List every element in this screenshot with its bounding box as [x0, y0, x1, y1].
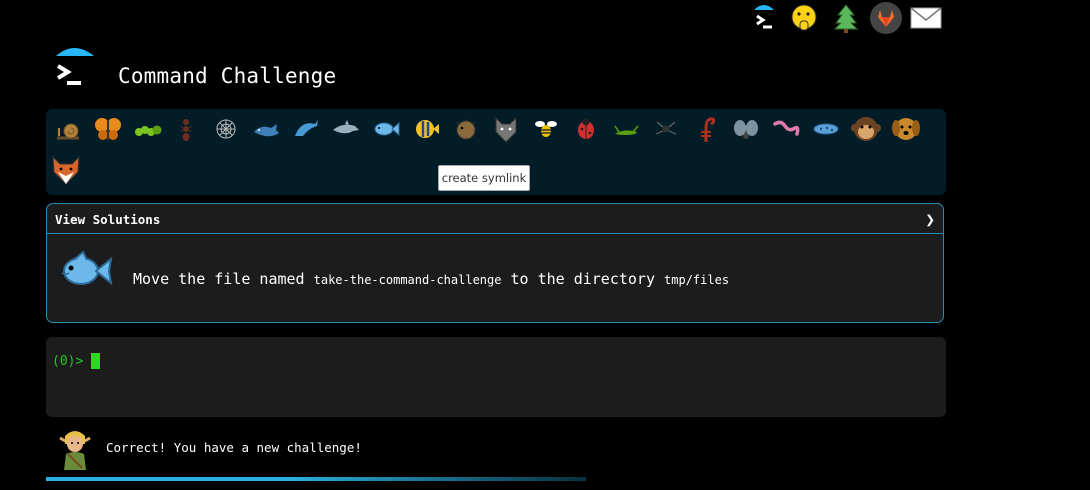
scorpion-icon[interactable] [688, 111, 724, 147]
terminal-logo-icon[interactable] [748, 2, 780, 34]
dolphin-blue-icon[interactable] [288, 111, 324, 147]
blowfish-icon[interactable] [448, 111, 484, 147]
task-middle: to the directory [510, 270, 656, 288]
fish-icon[interactable] [368, 111, 404, 147]
cricket-icon[interactable] [608, 111, 644, 147]
snail-icon[interactable] [50, 111, 86, 147]
terminal-input-area[interactable]: (0)> [46, 337, 946, 417]
terminal-cursor[interactable] [91, 353, 100, 369]
chevron-right-icon[interactable]: ❯ [925, 210, 935, 229]
microbe-icon[interactable] [808, 111, 844, 147]
tropical-fish-icon[interactable] [408, 111, 444, 147]
spider-web-icon[interactable] [208, 111, 244, 147]
bee-icon[interactable] [528, 111, 564, 147]
shushing-face-icon[interactable] [788, 2, 820, 34]
fly-icon[interactable] [728, 111, 764, 147]
progress-bar [46, 477, 586, 481]
task-directory: tmp/files [664, 273, 730, 287]
task-description: Move the file named take-the-command-cha… [133, 270, 729, 288]
status-text: Correct! You have a new challenge! [106, 440, 362, 455]
task-filename: take-the-command-challenge [313, 273, 502, 287]
butterfly-icon[interactable] [90, 111, 126, 147]
terminal-logo-icon[interactable] [50, 44, 100, 94]
ant-icon[interactable] [168, 111, 204, 147]
spider-icon[interactable] [648, 111, 684, 147]
fox-icon[interactable] [48, 153, 84, 189]
view-solutions-toggle[interactable]: View Solutions [55, 212, 160, 227]
fish-icon [57, 248, 113, 294]
challenge-tooltip: create symlink [438, 165, 530, 191]
dog-icon[interactable] [888, 111, 924, 147]
dolphin-gray-icon[interactable] [328, 111, 364, 147]
status-message: Correct! You have a new challenge! [56, 426, 656, 470]
monkey-icon[interactable] [848, 111, 884, 147]
elf-icon [56, 426, 94, 470]
solutions-panel: View Solutions ❯ Move the file named tak… [46, 203, 944, 323]
terminal-prompt: (0)> [52, 354, 84, 369]
tree-icon[interactable] [830, 2, 862, 34]
wolf-icon[interactable] [488, 111, 524, 147]
header: Command Challenge [50, 44, 550, 108]
mail-icon[interactable] [910, 2, 942, 34]
task-prefix: Move the file named [133, 270, 305, 288]
top-nav [748, 0, 948, 36]
gitlab-icon[interactable] [870, 2, 902, 34]
page-title: Command Challenge [118, 64, 337, 88]
caterpillar-icon[interactable] [130, 111, 166, 147]
divider [47, 233, 943, 234]
ladybug-icon[interactable] [568, 111, 604, 147]
worm-icon[interactable] [768, 111, 804, 147]
whale-icon[interactable] [248, 111, 284, 147]
